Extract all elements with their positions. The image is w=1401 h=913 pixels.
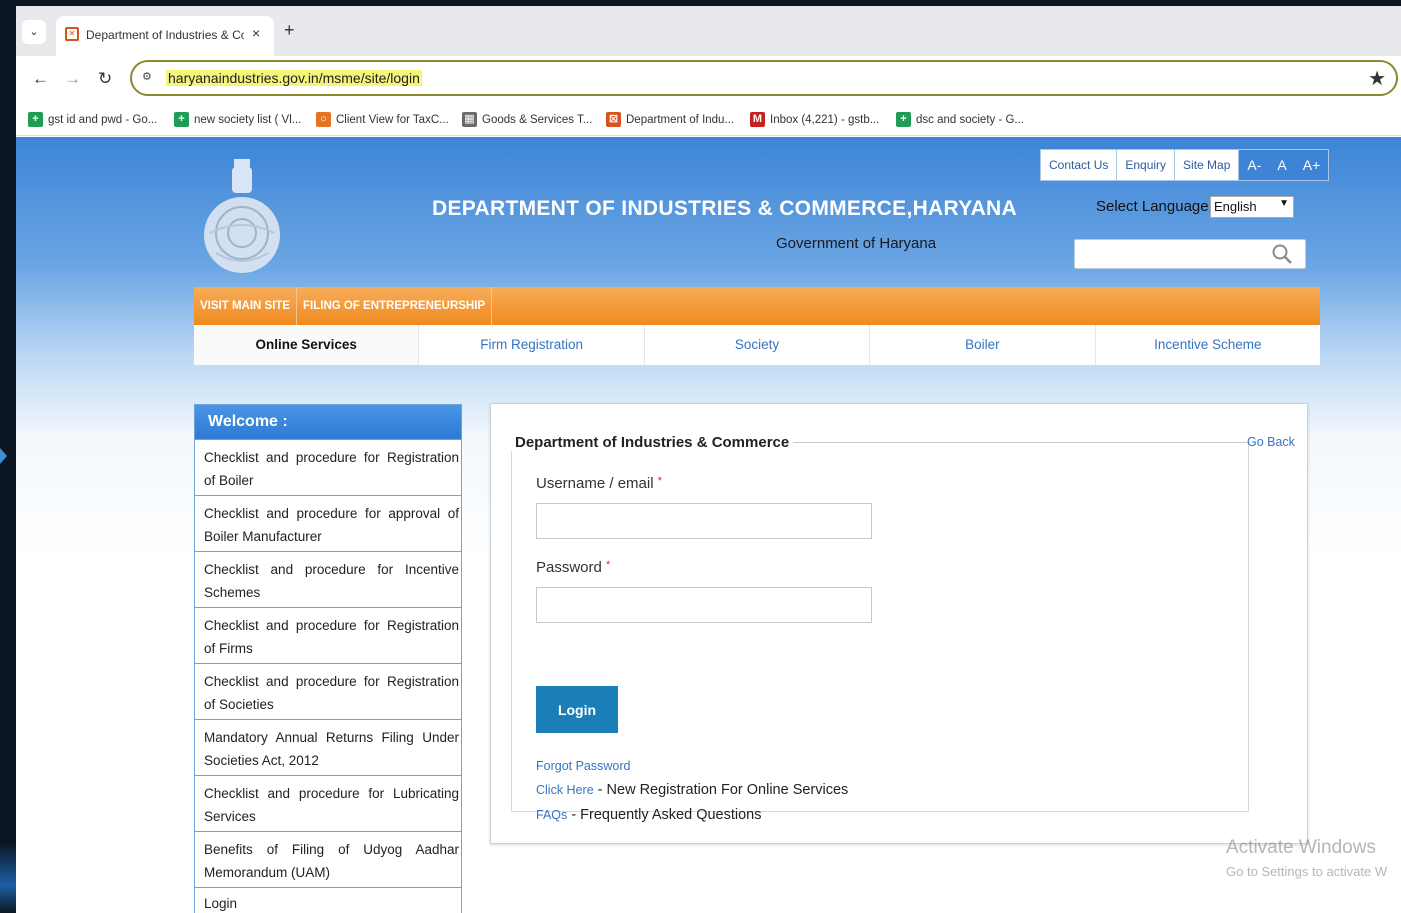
font-decrease-button[interactable]: A- (1239, 150, 1269, 180)
welcome-sidebar: Welcome : Checklist and procedure for Re… (194, 404, 462, 913)
password-label: Password * (536, 559, 611, 576)
forgot-password-link[interactable]: Forgot Password (536, 759, 630, 773)
search-icon[interactable] (1271, 243, 1293, 265)
bookmark-item[interactable]: ⊠ Department of Indu... (606, 112, 734, 127)
username-label: Username / email * (536, 475, 662, 492)
bookmark-favicon-icon: ○ (316, 112, 331, 127)
site-favicon-icon: ✕ (65, 27, 79, 41)
sidebar-item-annual-returns[interactable]: Mandatory Annual Returns Filing Under So… (195, 719, 461, 775)
bookmark-item[interactable]: M Inbox (4,221) - gstb... (750, 112, 879, 127)
bookmark-label: gst id and pwd - Go... (48, 113, 158, 126)
click-here-link[interactable]: Click Here (536, 783, 594, 797)
frame-corner-decoration (0, 843, 16, 913)
login-fieldset: Username / email * Password * Login Forg… (511, 442, 1249, 823)
visit-main-site-link[interactable]: VISIT MAIN SITE (194, 287, 298, 325)
top-utility-links: Contact Us Enquiry Site Map A- A A+ (1040, 149, 1330, 181)
activate-windows-hint: Go to Settings to activate W (1226, 864, 1388, 879)
new-tab-button[interactable]: + (284, 20, 295, 41)
sidebar-item-udyog-aadhar[interactable]: Benefits of Filing of Udyog Aadhar Memor… (195, 831, 461, 887)
font-normal-button[interactable]: A (1269, 150, 1294, 180)
tab-online-services[interactable]: Online Services (194, 325, 420, 365)
sidebar-item-societies-registration[interactable]: Checklist and procedure for Registration… (195, 663, 461, 719)
bookmark-favicon-icon: + (28, 112, 43, 127)
bookmark-label: Inbox (4,221) - gstb... (770, 113, 880, 126)
tab-boiler[interactable]: Boiler (870, 325, 1096, 365)
bookmark-favicon-icon: M (750, 112, 765, 127)
bookmark-label: new society list ( Vl... (194, 113, 302, 126)
bookmark-label: Client View for TaxC... (336, 113, 449, 126)
haryana-emblem-icon (204, 159, 280, 273)
sidebar-item-boiler-registration[interactable]: Checklist and procedure for Registration… (195, 439, 461, 495)
enquiry-link[interactable]: Enquiry (1117, 150, 1176, 180)
web-page: DEPARTMENT OF INDUSTRIES & COMMERCE,HARY… (16, 137, 1401, 913)
bookmark-item[interactable]: ○ Client View for TaxC... (316, 112, 449, 127)
url-omnibox[interactable]: ⚙ haryanaindustries.gov.in/msme/site/log… (130, 60, 1398, 96)
dropdown-arrow-icon: ▼ (1279, 198, 1289, 209)
sidebar-item-lubricating-services[interactable]: Checklist and procedure for Lubricating … (195, 775, 461, 831)
activate-windows-title: Activate Windows (1226, 837, 1376, 858)
language-select[interactable]: English ▼ (1210, 196, 1294, 218)
tab-title: Department of Industries & Co (86, 28, 244, 42)
bookmark-item[interactable]: + gst id and pwd - Go... (28, 112, 157, 127)
bookmark-favicon-icon: ⊠ (606, 112, 621, 127)
sidebar-item-firms-registration[interactable]: Checklist and procedure for Registration… (195, 607, 461, 663)
bookmark-label: dsc and society - G... (916, 113, 1025, 126)
reload-icon[interactable]: ↻ (98, 69, 112, 89)
bookmark-item[interactable]: ▦ Goods & Services T... (462, 112, 592, 127)
font-size-controls: A- A A+ (1239, 150, 1329, 180)
bookmark-label: Goods & Services T... (482, 113, 593, 126)
bookmark-favicon-icon: ▦ (462, 112, 477, 127)
login-button[interactable]: Login (536, 686, 618, 733)
bookmarks-bar: + gst id and pwd - Go... + new society list… (16, 102, 1401, 136)
bookmark-star-icon[interactable]: ★ (1368, 66, 1386, 91)
orange-nav-bar: VISIT MAIN SITE FILING OF ENTREPRENEURSH… (194, 287, 1320, 325)
font-increase-button[interactable]: A+ (1295, 150, 1329, 180)
services-nav: Online Services Firm Registration Societ… (194, 325, 1320, 365)
back-arrow-icon[interactable]: ← (32, 69, 49, 89)
login-panel: Username / email * Password * Login Forg… (490, 403, 1308, 844)
login-legend: Department of Industries & Commerce (511, 434, 794, 451)
password-input[interactable] (536, 587, 872, 623)
select-language-label: Select Language (1096, 198, 1209, 215)
site-settings-icon[interactable]: ⚙ (142, 70, 152, 83)
tab-incentive-scheme[interactable]: Incentive Scheme (1096, 325, 1320, 365)
site-search-input[interactable] (1074, 239, 1306, 269)
username-input[interactable] (536, 503, 872, 539)
faqs-link[interactable]: FAQs (536, 808, 567, 822)
contact-us-link[interactable]: Contact Us (1041, 150, 1118, 180)
new-registration-row: Click Here - New Registration For Online… (536, 782, 848, 798)
browser-window: ⌄ ✕ Department of Industries & Co × + ← … (16, 6, 1401, 913)
new-registration-text: - New Registration For Online Services (593, 782, 849, 798)
sidebar-heading: Welcome : (195, 405, 461, 439)
tab-strip: ⌄ ✕ Department of Industries & Co × + (16, 6, 1401, 56)
bookmark-item[interactable]: + dsc and society - G... (896, 112, 1024, 127)
site-map-link[interactable]: Site Map (1175, 150, 1240, 180)
faqs-text: - Frequently Asked Questions (567, 807, 762, 823)
department-title: DEPARTMENT OF INDUSTRIES & COMMERCE,HARY… (432, 197, 1017, 220)
url-text[interactable]: haryanaindustries.gov.in/msme/site/login (166, 70, 422, 86)
frame-arrow (0, 448, 7, 464)
tab-search-chevron-icon[interactable]: ⌄ (22, 20, 46, 44)
bookmark-favicon-icon: + (174, 112, 189, 127)
tab-firm-registration[interactable]: Firm Registration (419, 325, 645, 365)
sidebar-item-incentive-schemes[interactable]: Checklist and procedure for Incentive Sc… (195, 551, 461, 607)
sidebar-item-login[interactable]: Login (195, 887, 461, 913)
browser-tab[interactable]: ✕ Department of Industries & Co × (56, 16, 274, 56)
sidebar-item-boiler-manufacturer[interactable]: Checklist and procedure for approval of … (195, 495, 461, 551)
filing-entrepreneurship-link[interactable]: FILING OF ENTREPRENEURSHIP (297, 287, 493, 325)
language-value: English (1214, 199, 1257, 214)
tab-society[interactable]: Society (645, 325, 871, 365)
forward-arrow-icon[interactable]: → (64, 69, 81, 89)
go-back-link[interactable]: Go Back (1247, 435, 1295, 449)
faqs-row: FAQs - Frequently Asked Questions (536, 807, 762, 823)
address-bar: ← → ↻ ⚙ haryanaindustries.gov.in/msme/si… (16, 56, 1401, 102)
bookmark-label: Department of Indu... (626, 113, 735, 126)
bookmark-favicon-icon: + (896, 112, 911, 127)
government-subtitle: Government of Haryana (776, 235, 937, 252)
bookmark-item[interactable]: + new society list ( Vl... (174, 112, 301, 127)
tab-close-icon[interactable]: × (252, 25, 260, 41)
